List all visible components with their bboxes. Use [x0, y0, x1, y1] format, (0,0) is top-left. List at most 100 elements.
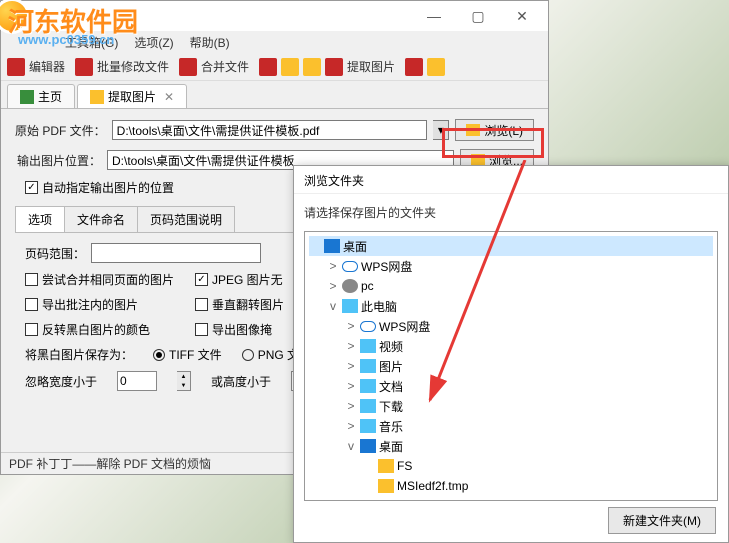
tree-item[interactable]: > 下载: [309, 396, 713, 416]
invert-label: 反转黑白图片的颜色: [42, 321, 150, 338]
tree-item[interactable]: > 文档: [309, 376, 713, 396]
browse-source-label: 浏览(L): [484, 122, 523, 139]
tree-expander-icon[interactable]: >: [327, 259, 339, 273]
toolbar: 编辑器 批量修改文件 合并文件 提取图片: [1, 53, 548, 81]
tab-home[interactable]: 主页: [7, 84, 75, 108]
folder-icon: [378, 479, 394, 493]
browse-source-button[interactable]: 浏览(L): [455, 119, 534, 141]
editor-button[interactable]: 编辑器: [29, 58, 65, 75]
user-icon: [342, 279, 358, 293]
ignore-w-input[interactable]: [117, 371, 157, 391]
maximize-button[interactable]: ▢: [456, 2, 500, 30]
editor-icon[interactable]: [7, 58, 25, 76]
menu-help[interactable]: 帮助(B): [190, 34, 230, 51]
jpeg-checkbox[interactable]: [195, 273, 208, 286]
desktop-icon: [360, 439, 376, 453]
dialog-subtitle: 请选择保存图片的文件夹: [294, 194, 728, 231]
status-text: PDF 补丁丁——解除 PDF 文档的烦恼: [9, 455, 211, 472]
tree-item-label: MSIedf2f.tmp: [397, 479, 468, 493]
extract-tab-icon: [90, 90, 104, 104]
export-batch-checkbox[interactable]: [25, 298, 38, 311]
tiff-label: TIFF 文件: [169, 346, 222, 363]
tab-extract-label: 提取图片: [108, 88, 156, 105]
tool-icon-6[interactable]: [303, 58, 321, 76]
tool-icon-9[interactable]: [427, 58, 445, 76]
tree-item-label: 此电脑: [361, 298, 397, 315]
source-input[interactable]: [112, 120, 428, 140]
tree-item[interactable]: v桌面: [309, 436, 713, 456]
vflip-checkbox[interactable]: [195, 298, 208, 311]
tree-item[interactable]: >图片: [309, 356, 713, 376]
png-radio[interactable]: [242, 349, 254, 361]
tree-item-label: 视频: [379, 338, 403, 355]
tree-item-label: 下载: [379, 398, 403, 415]
tree-item-label: 桌面: [343, 238, 367, 255]
tree-item[interactable]: >WPS网盘: [309, 316, 713, 336]
tree-expander-icon[interactable]: >: [345, 359, 357, 373]
tree-expander-icon[interactable]: v: [345, 439, 357, 453]
export-img-label: 导出图像掩: [212, 321, 272, 338]
tree-expander-icon[interactable]: >: [345, 339, 357, 353]
tiff-radio[interactable]: [153, 349, 165, 361]
tabbar: 主页 提取图片 ✕: [1, 81, 548, 109]
save-bw-label: 将黑白图片保存为：: [25, 346, 133, 363]
tree-item[interactable]: > 视频: [309, 336, 713, 356]
ignore-w-spinner[interactable]: ▲▼: [177, 371, 191, 391]
page-range-input[interactable]: [91, 243, 261, 263]
tree-item-label: 文档: [379, 378, 403, 395]
download-icon: [360, 399, 376, 413]
merge-icon[interactable]: [179, 58, 197, 76]
tree-expander-icon[interactable]: >: [345, 319, 357, 333]
tree-expander-icon[interactable]: >: [345, 399, 357, 413]
merge-checkbox[interactable]: [25, 273, 38, 286]
dialog-title: 浏览文件夹: [294, 166, 728, 194]
cloud-icon: [342, 261, 358, 272]
tree-item[interactable]: FS: [309, 456, 713, 476]
folder-icon: [378, 459, 394, 473]
video-icon: [360, 339, 376, 353]
auto-locate-label: 自动指定输出图片的位置: [42, 179, 174, 196]
desktop-icon: [324, 239, 340, 253]
tree-item[interactable]: > pc: [309, 276, 713, 296]
subtab-naming[interactable]: 文件命名: [64, 206, 138, 232]
tree-item[interactable]: MSIedf2f.tmp: [309, 476, 713, 496]
batch-icon[interactable]: [75, 58, 93, 76]
tab-home-label: 主页: [38, 88, 62, 105]
extract-icon[interactable]: [325, 58, 343, 76]
tree-item[interactable]: >音乐: [309, 416, 713, 436]
extract-button[interactable]: 提取图片: [347, 58, 395, 75]
tree-item-label: pc: [361, 279, 374, 293]
export-img-checkbox[interactable]: [195, 323, 208, 336]
tree-item[interactable]: 桌面: [309, 236, 713, 256]
folder-tree[interactable]: 桌面>WPS网盘>pcv此电脑>WPS网盘>视频>图片>文档>下载>音乐v桌面F…: [304, 231, 718, 501]
music-icon: [360, 419, 376, 433]
merge-button[interactable]: 合并文件: [201, 58, 249, 75]
drive-icon: [342, 299, 358, 313]
tree-expander-icon[interactable]: v: [327, 299, 339, 313]
tree-item[interactable]: v 此电脑: [309, 296, 713, 316]
auto-locate-checkbox[interactable]: [25, 181, 38, 194]
invert-checkbox[interactable]: [25, 323, 38, 336]
subtab-pagerange[interactable]: 页码范围说明: [137, 206, 235, 232]
browse-folder-dialog: 浏览文件夹 请选择保存图片的文件夹 桌面>WPS网盘>pcv此电脑>WPS网盘>…: [293, 165, 729, 543]
tree-expander-icon[interactable]: >: [327, 279, 339, 293]
image-icon: [360, 359, 376, 373]
tool-icon-5[interactable]: [281, 58, 299, 76]
menu-options[interactable]: 选项(Z): [134, 34, 173, 51]
tool-icon-4[interactable]: [259, 58, 277, 76]
tree-item-label: FS: [397, 459, 412, 473]
tab-close-icon[interactable]: ✕: [164, 90, 174, 104]
tab-extract[interactable]: 提取图片 ✕: [77, 84, 187, 108]
tree-item-label: WPS网盘: [361, 258, 412, 275]
minimize-button[interactable]: —: [412, 2, 456, 30]
batch-button[interactable]: 批量修改文件: [97, 58, 169, 75]
new-folder-button[interactable]: 新建文件夹(M): [608, 507, 716, 534]
merge-label: 尝试合并相同页面的图片: [42, 271, 174, 288]
tree-expander-icon[interactable]: >: [345, 419, 357, 433]
tree-expander-icon[interactable]: >: [345, 379, 357, 393]
tree-item[interactable]: > WPS网盘: [309, 256, 713, 276]
source-dropdown-icon[interactable]: ▾: [433, 120, 449, 140]
close-button[interactable]: ✕: [500, 2, 544, 30]
tool-icon-8[interactable]: [405, 58, 423, 76]
subtab-options[interactable]: 选项: [15, 206, 65, 232]
